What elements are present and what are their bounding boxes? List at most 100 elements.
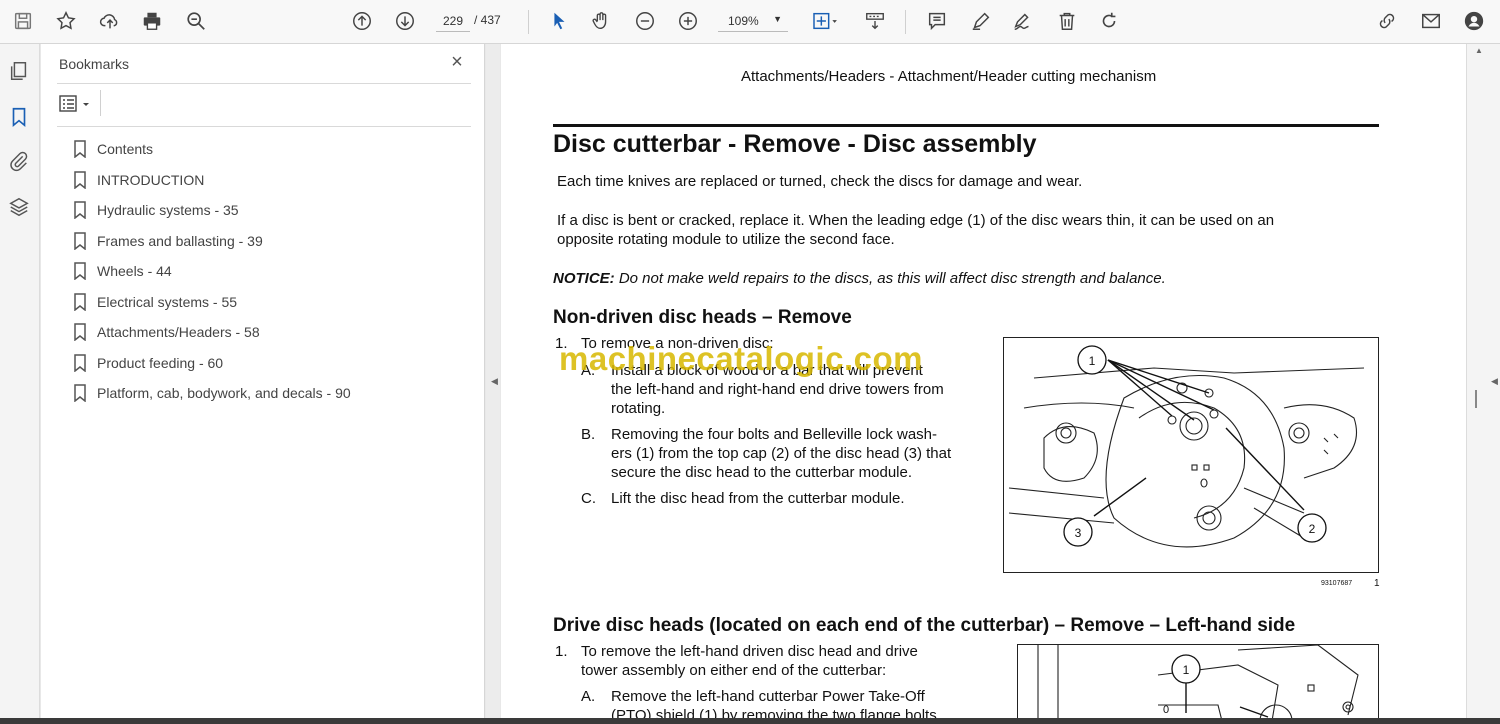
bookmark-item[interactable]: Wheels - 44 — [73, 256, 473, 287]
bookmark-item[interactable]: INTRODUCTION — [73, 165, 473, 196]
bookmark-icon — [74, 354, 86, 372]
bookmark-icon — [74, 171, 86, 189]
zoom-select[interactable]: 109% ▼ — [718, 10, 788, 32]
paragraph: Each time knives are replaced or turned,… — [557, 173, 1083, 190]
substep-text: Lift the disc head from the cutterbar mo… — [611, 490, 905, 507]
substep-text: the left-hand and right-hand end drive t… — [611, 381, 944, 398]
step-number: 1. — [555, 643, 568, 660]
figure-label: 0 — [1163, 704, 1169, 716]
page-total: / 437 — [474, 13, 501, 27]
bookmark-icon — [74, 232, 86, 250]
toolbar-divider — [528, 10, 529, 34]
substep-text: (PTO) shield (1) by removing the two fla… — [611, 707, 937, 718]
callout-label: 2 — [1309, 522, 1316, 536]
upload-icon[interactable] — [97, 8, 123, 34]
toolbar: / 437 109% ▼ — [0, 0, 1500, 44]
substep-label: C. — [581, 490, 596, 507]
bookmark-label: Electrical systems - 55 — [97, 293, 238, 310]
substep-text: ers (1) from the top cap (2) of the disc… — [611, 445, 952, 462]
bookmark-icon — [74, 323, 86, 342]
search-icon[interactable] — [183, 8, 209, 34]
substep-label: B. — [581, 426, 596, 443]
sign-icon[interactable] — [1010, 8, 1036, 34]
star-icon[interactable] — [53, 8, 79, 34]
bookmark-item[interactable]: Frames and ballasting - 39 — [73, 226, 473, 257]
notice: NOTICE: Do not make weld repairs to the … — [553, 269, 1166, 288]
print-icon[interactable] — [139, 8, 165, 34]
page-up-icon[interactable] — [349, 8, 375, 34]
figure-pto-shield: 1 0 — [1017, 644, 1379, 718]
bookmark-icon — [74, 262, 86, 281]
close-icon[interactable]: × — [447, 52, 467, 72]
bookmark-item[interactable]: Contents — [73, 134, 473, 165]
bookmark-item[interactable]: Electrical systems - 55 — [73, 287, 473, 318]
section-heading: Drive disc heads (located on each end of… — [553, 615, 1296, 636]
expand-right-panel-icon[interactable]: ◀ — [1491, 376, 1498, 387]
divider — [57, 126, 471, 127]
select-arrow-icon[interactable] — [546, 8, 572, 34]
hand-icon[interactable] — [588, 8, 614, 34]
account-icon[interactable] — [1461, 8, 1487, 34]
toolbar-divider — [905, 10, 906, 34]
bookmark-label: Contents — [97, 141, 154, 158]
bookmark-label: Hydraulic systems - 35 — [97, 202, 239, 219]
substep-label: A. — [581, 688, 596, 705]
taskbar-edge — [0, 718, 1500, 724]
paragraph: If a disc is bent or cracked, replace it… — [557, 212, 1275, 229]
bookmark-label: Wheels - 44 — [97, 263, 172, 280]
right-rail: ▲ ◀ — [1466, 44, 1500, 718]
bookmark-item[interactable]: Hydraulic systems - 35 — [73, 195, 473, 226]
bookmark-icon — [74, 384, 86, 403]
zoom-in-icon[interactable] — [675, 8, 701, 34]
bookmark-item[interactable]: Platform, cab, bodywork, and decals - 90 — [73, 378, 473, 409]
page-title: Disc cutterbar - Remove - Disc assembly — [553, 130, 1037, 158]
bookmark-panel-icon[interactable] — [8, 106, 32, 130]
bookmark-label: Platform, cab, bodywork, and decals - 90 — [97, 385, 351, 402]
bookmark-label: Attachments/Headers - 58 — [97, 324, 260, 341]
bookmark-list: Contents INTRODUCTION Hydraulic systems … — [73, 134, 473, 409]
undo-icon[interactable] — [1096, 8, 1122, 34]
notice-label: NOTICE: — [553, 270, 615, 287]
callout-label: 1 — [1183, 663, 1190, 677]
figure-disc-head: 1 2 3 — [1003, 337, 1379, 573]
left-nav-rail — [0, 44, 40, 718]
callout-label: 3 — [1075, 526, 1082, 540]
scroll-up-icon[interactable]: ▲ — [1475, 46, 1483, 55]
zoom-out-icon[interactable] — [632, 8, 658, 34]
bookmark-label: INTRODUCTION — [97, 171, 205, 188]
step-text: To remove the left-hand driven disc head… — [581, 643, 918, 660]
chevron-down-icon: ▼ — [773, 14, 782, 24]
substep-text: secure the disc head to the cutterbar mo… — [611, 464, 913, 481]
bookmark-options-button[interactable] — [59, 94, 95, 114]
step-text: tower assembly on either end of the cutt… — [581, 662, 887, 679]
pen-icon[interactable] — [968, 8, 994, 34]
page-number-input[interactable] — [436, 10, 470, 32]
mail-icon[interactable] — [1418, 8, 1444, 34]
bookmark-item[interactable]: Product feeding - 60 — [73, 348, 473, 379]
bookmark-icon — [74, 140, 86, 159]
page-down-icon[interactable] — [392, 8, 418, 34]
layers-icon[interactable] — [8, 196, 32, 220]
bookmark-icon — [74, 201, 86, 220]
share-link-icon[interactable] — [1374, 8, 1400, 34]
bookmark-label: Frames and ballasting - 39 — [97, 232, 263, 249]
page-thumbnails-icon[interactable] — [8, 60, 32, 84]
comment-icon[interactable] — [924, 8, 950, 34]
section-heading: Non-driven disc heads – Remove — [553, 307, 852, 328]
paragraph: opposite rotating module to utilize the … — [557, 231, 895, 248]
bookmark-item[interactable]: Attachments/Headers - 58 — [73, 317, 473, 348]
divider — [100, 90, 101, 116]
document-page[interactable]: Attachments/Headers - Attachment/Header … — [501, 44, 1466, 718]
save-icon[interactable] — [10, 8, 36, 34]
scroll-mode-icon[interactable] — [862, 8, 888, 34]
scrollbar-thumb[interactable] — [1475, 390, 1477, 408]
substep-text: Remove the left-hand cutterbar Power Tak… — [611, 688, 925, 705]
running-head: Attachments/Headers - Attachment/Header … — [741, 68, 1157, 85]
attachment-icon[interactable] — [8, 150, 32, 174]
fit-page-icon[interactable] — [808, 8, 842, 34]
zoom-value: 109% — [728, 14, 759, 28]
trash-icon[interactable] — [1054, 8, 1080, 34]
disc-head-illustration: 1 2 3 — [1008, 345, 1365, 548]
figure-number: 1 — [1374, 578, 1380, 589]
collapse-panel-icon[interactable]: ◀ — [491, 376, 498, 387]
